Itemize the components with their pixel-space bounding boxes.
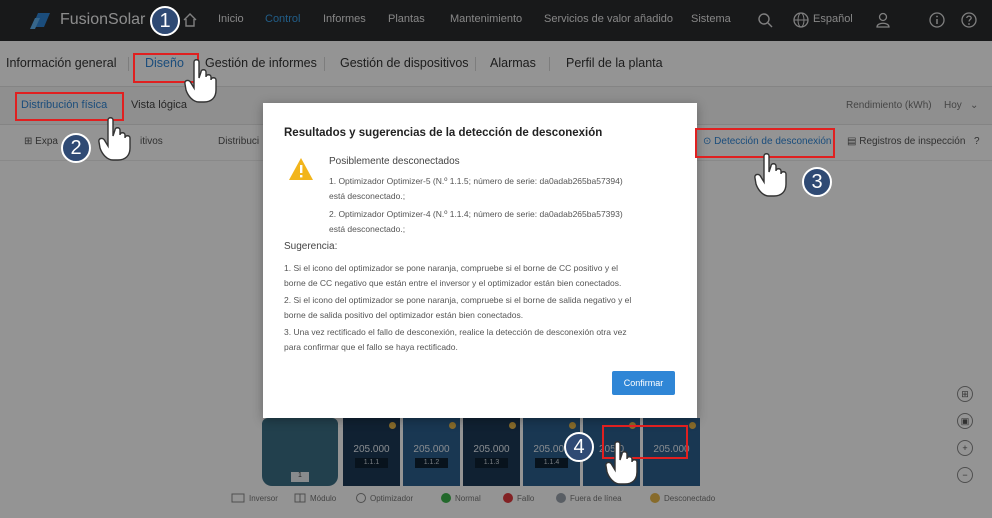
disconnected-line: 2. Optimizador Optimizer-4 (N.º 1.1.4; n… <box>329 209 623 219</box>
warning-icon <box>289 158 313 180</box>
suggestion-heading: Sugerencia: <box>284 241 338 252</box>
suggestion-line: para confirmar que el fallo se haya rect… <box>284 342 458 352</box>
app-root: FusionSolar Inicio Control Informes Plan… <box>0 0 992 518</box>
suggestion-line: borne de CC negativo que están entre el … <box>284 278 622 288</box>
disconnected-line: está desconectado.; <box>329 224 406 234</box>
suggestion-line: 2. Si el icono del optimizador se pone n… <box>284 295 632 305</box>
pointer-hand-icon <box>98 117 131 161</box>
disconnected-heading: Posiblemente desconectados <box>329 156 460 167</box>
suggestion-line: borne de salida positivo del optimizador… <box>284 310 524 320</box>
suggestion-line: 1. Si el icono del optimizador se pone n… <box>284 263 619 273</box>
pointer-hand-icon <box>754 153 787 197</box>
dialog-title: Resultados y sugerencias de la detección… <box>284 127 603 139</box>
disconnection-results-dialog: Resultados y sugerencias de la detección… <box>263 103 697 418</box>
step-badge: 3 <box>802 167 832 197</box>
step-badge: 2 <box>61 133 91 163</box>
step-badge: 4 <box>564 432 594 462</box>
confirm-button[interactable]: Confirmar <box>612 371 675 395</box>
pointer-hand-icon <box>605 441 638 485</box>
step-badge: 1 <box>150 6 180 36</box>
disconnected-line: 1. Optimizador Optimizer-5 (N.º 1.1.5; n… <box>329 176 623 186</box>
suggestion-line: 3. Una vez rectificado el fallo de desco… <box>284 327 627 337</box>
pointer-hand-icon <box>184 59 217 103</box>
disconnected-line: está desconectado.; <box>329 191 406 201</box>
